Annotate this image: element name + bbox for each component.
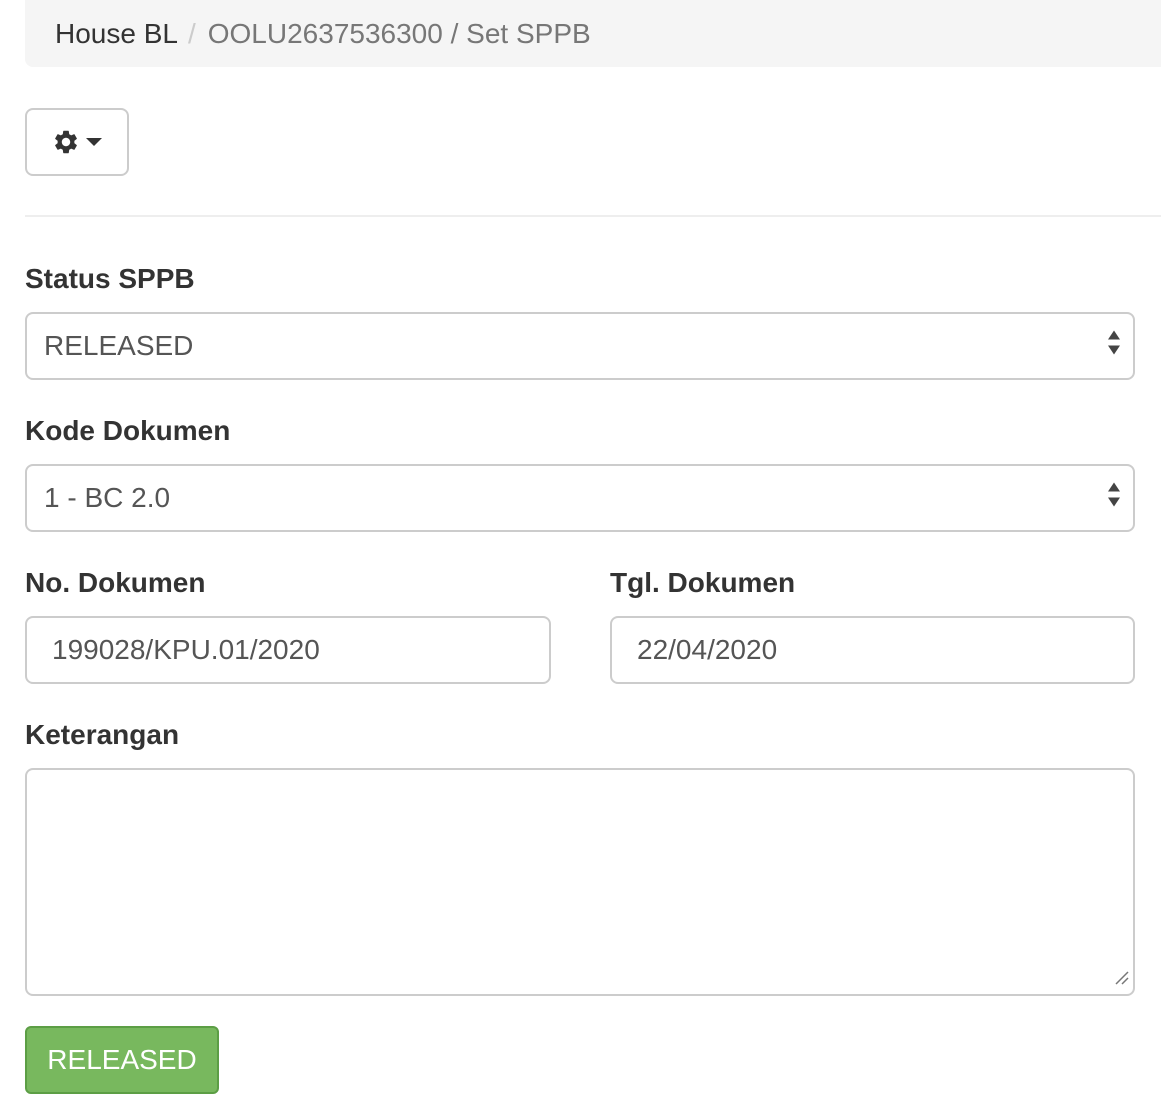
tgl-dokumen-label: Tgl. Dokumen <box>610 567 796 598</box>
section-divider <box>25 215 1161 217</box>
gear-icon <box>52 128 80 156</box>
no-dokumen-input[interactable]: 199028/KPU.01/2020 <box>25 616 551 684</box>
breadcrumb: House BL / OOLU2637536300 / Set SPPB <box>25 0 1161 67</box>
page: House BL / OOLU2637536300 / Set SPPB Sta… <box>0 0 1161 1118</box>
tgl-dokumen-input[interactable]: 22/04/2020 <box>610 616 1135 684</box>
resize-grip-icon[interactable] <box>1113 969 1129 990</box>
kode-dokumen-label: Kode Dokumen <box>25 415 231 446</box>
released-submit-button[interactable]: RELEASED <box>25 1026 219 1094</box>
caret-down-icon <box>86 137 102 147</box>
kode-dokumen-selected-value: 1 - BC 2.0 <box>44 482 171 513</box>
select-arrows-icon <box>1107 482 1121 515</box>
breadcrumb-house-bl-link[interactable]: House BL <box>55 18 178 50</box>
keterangan-textarea[interactable] <box>25 768 1135 996</box>
breadcrumb-separator: / <box>187 17 196 49</box>
status-sppb-select[interactable]: RELEASED <box>25 312 1135 380</box>
kode-dokumen-select[interactable]: 1 - BC 2.0 <box>25 464 1135 532</box>
settings-dropdown-button[interactable] <box>25 108 129 176</box>
status-sppb-selected-value: RELEASED <box>44 330 194 361</box>
no-dokumen-label: No. Dokumen <box>25 567 206 598</box>
no-dokumen-value: 199028/KPU.01/2020 <box>52 634 320 665</box>
keterangan-label: Keterangan <box>25 719 180 750</box>
status-sppb-label: Status SPPB <box>25 263 195 294</box>
breadcrumb-current: OOLU2637536300 / Set SPPB <box>207 17 591 49</box>
select-arrows-icon <box>1107 330 1121 363</box>
tgl-dokumen-value: 22/04/2020 <box>637 634 778 665</box>
